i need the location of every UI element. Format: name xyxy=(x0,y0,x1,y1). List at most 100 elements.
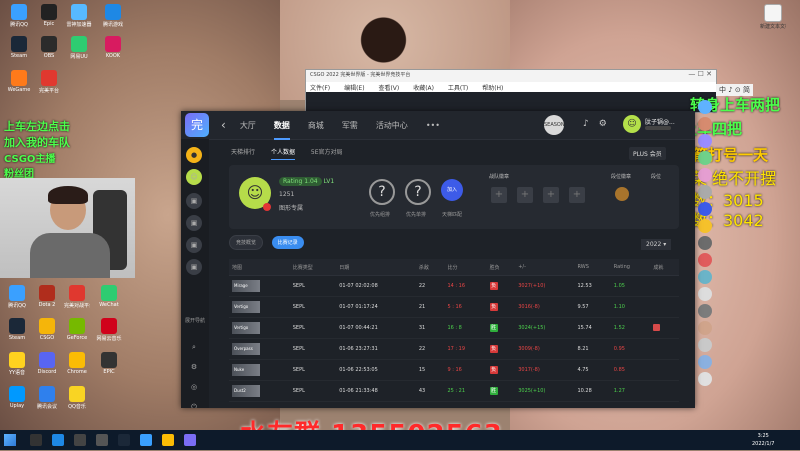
desktop-icon[interactable]: Steam xyxy=(6,36,32,59)
bell-icon[interactable]: ♪ xyxy=(583,119,589,129)
desktop-icon[interactable]: WeChat xyxy=(96,285,122,308)
contact-avatar[interactable] xyxy=(698,185,712,199)
contact-avatar[interactable] xyxy=(698,253,712,267)
menu-item[interactable]: 收藏(A) xyxy=(413,85,434,92)
desktop-icon[interactable]: 腾讯游戏 xyxy=(100,4,126,28)
season-select[interactable]: 2022 ▾ xyxy=(641,239,672,250)
contact-avatar[interactable] xyxy=(698,304,712,318)
app-logo[interactable]: 完 xyxy=(185,113,209,137)
contact-avatar[interactable] xyxy=(698,219,712,233)
contact-avatar[interactable] xyxy=(698,287,712,301)
desktop-icon[interactable]: Chrome xyxy=(64,352,90,375)
taskbar-app-icon[interactable] xyxy=(184,434,196,446)
taskbar-app-icon[interactable] xyxy=(74,434,86,446)
plus-member-button[interactable]: PLUS 会员 xyxy=(629,147,666,160)
desktop-icon[interactable]: 网易云音乐 xyxy=(96,318,122,342)
mvp-award-icon[interactable] xyxy=(653,323,661,331)
contact-avatar[interactable] xyxy=(698,202,712,216)
overview-button[interactable]: 竞技概览 xyxy=(229,235,264,250)
nav-item-events[interactable]: 活动中心 xyxy=(376,120,408,131)
lock-icon[interactable]: ▣ xyxy=(186,215,202,231)
contact-avatar[interactable] xyxy=(698,355,712,369)
desktop-icon[interactable]: GeForce xyxy=(64,318,90,341)
rank-medal-icon[interactable] xyxy=(615,187,629,201)
desktop-icon[interactable]: WeGame xyxy=(6,70,32,93)
taskbar-app-icon[interactable] xyxy=(52,434,64,446)
add-medal-button[interactable]: + xyxy=(491,187,507,203)
table-row[interactable]: Nuke SEPL 01-06 22:53:05 15 9 : 16 负 3017(-8) 4… xyxy=(229,359,679,381)
taskbar-app-icon[interactable] xyxy=(140,434,152,446)
desktop-icon[interactable]: Steam xyxy=(4,318,30,341)
desktop-icon[interactable]: 雷神加速器 xyxy=(66,4,92,28)
contact-avatar[interactable] xyxy=(698,134,712,148)
help-icon[interactable]: ◎ xyxy=(186,379,202,395)
taskbar-app-icon[interactable] xyxy=(118,434,130,446)
add-medal-button[interactable]: + xyxy=(543,187,559,203)
taskbar-clock[interactable]: 3:25 2022/1/7 xyxy=(752,432,774,448)
contact-avatar[interactable] xyxy=(698,168,712,182)
desktop-icon[interactable]: Uplay xyxy=(4,386,30,409)
nav-item-supply[interactable]: 军需 xyxy=(342,120,358,131)
desktop-icon[interactable]: CSGO xyxy=(34,318,60,341)
contact-avatar[interactable] xyxy=(698,338,712,352)
help-icon[interactable]: ? xyxy=(405,179,431,205)
desktop-icon[interactable]: 腾讯会议 xyxy=(34,386,60,410)
desktop-icon[interactable]: YY语音 xyxy=(4,352,30,376)
tab-personal-data[interactable]: 个人数据 xyxy=(271,149,295,156)
avatar[interactable]: ☺ xyxy=(623,115,641,133)
desktop-icon[interactable]: 完美对战平台 xyxy=(64,285,90,309)
lock-icon[interactable]: ▣ xyxy=(186,193,202,209)
contact-avatar[interactable] xyxy=(698,270,712,284)
desktop-icon[interactable]: 网易UU xyxy=(66,36,92,60)
search-icon[interactable] xyxy=(30,434,42,446)
contact-avatar[interactable] xyxy=(698,100,712,114)
table-row[interactable]: Vertigo SEPL 01-07 01:17:24 21 5 : 16 负 3016(-… xyxy=(229,296,679,318)
window-controls[interactable]: — ☐ ✕ xyxy=(688,70,712,78)
settings-icon[interactable]: ⚙ xyxy=(599,119,607,129)
tab-5e-official[interactable]: 5E官方对局 xyxy=(311,149,343,156)
desktop-icon[interactable]: OBS xyxy=(36,36,62,59)
background-window[interactable]: CSGO 2022 完美世界版 - 完美世界竞技平台 — ☐ ✕ 文件(F) 编… xyxy=(305,69,717,113)
expand-nav-label[interactable]: 展开导航 xyxy=(181,317,209,324)
table-row[interactable]: Vertigo SEPL 01-07 00:44:21 31 16 : 8 胜 3024(+… xyxy=(229,317,679,339)
nav-more-icon[interactable]: ••• xyxy=(426,121,440,130)
windows-start-icon[interactable] xyxy=(4,434,16,446)
nav-item-data[interactable]: 数据 xyxy=(273,120,290,140)
table-row[interactable]: Overpass SEPL 01-06 23:27:31 22 17 : 19 负 3009… xyxy=(229,338,679,360)
contact-avatar[interactable] xyxy=(698,151,712,165)
desktop-icon[interactable]: EPIC xyxy=(96,352,122,375)
desktop-icon[interactable]: 完美平台 xyxy=(36,70,62,94)
friend-avatar[interactable]: ● xyxy=(186,147,202,163)
desktop-icon[interactable]: 腾讯QQ xyxy=(4,285,30,309)
settings-icon[interactable]: ⚙ xyxy=(186,359,202,375)
menu-item[interactable]: 文件(F) xyxy=(310,85,330,92)
table-row[interactable]: Dust2 SEPL 01-06 21:33:48 43 25 : 21 胜 3025(+1… xyxy=(229,380,679,402)
menu-item[interactable]: 工具(T) xyxy=(448,85,468,92)
add-medal-button[interactable]: + xyxy=(569,187,585,203)
join-ladder-button[interactable]: 加入 xyxy=(441,179,463,201)
menu-item[interactable]: 帮助(H) xyxy=(482,85,503,92)
add-medal-button[interactable]: + xyxy=(517,187,533,203)
season-badge[interactable]: SEASON xyxy=(544,115,565,135)
desktop-icon[interactable]: Dota 2 xyxy=(34,285,60,308)
nav-item-lobby[interactable]: 大厅 xyxy=(240,120,256,131)
table-row[interactable]: Mirage SEPL 01-07 02:02:08 22 14 : 16 负 3027(+… xyxy=(229,275,679,297)
nav-item-shop[interactable]: 商城 xyxy=(308,120,324,131)
contact-avatar[interactable] xyxy=(698,117,712,131)
power-icon[interactable]: ⏻ xyxy=(186,399,202,408)
back-icon[interactable]: ‹ xyxy=(221,118,226,132)
friend-avatar[interactable]: ☺ xyxy=(186,169,202,185)
desktop-icon[interactable]: Discord xyxy=(34,352,60,375)
col-type[interactable]: 比赛类型 xyxy=(289,259,337,276)
contact-avatar[interactable] xyxy=(698,372,712,386)
lock-icon[interactable]: ▣ xyxy=(186,259,202,275)
taskbar-app-icon[interactable] xyxy=(96,434,108,446)
match-record-button[interactable]: 比赛记录 xyxy=(271,236,304,249)
desktop-icon[interactable]: 腾讯QQ xyxy=(6,4,32,28)
tab-ladder-rank[interactable]: 天梯排行 xyxy=(231,149,255,156)
desktop-icon[interactable]: KOOK xyxy=(100,36,126,59)
taskbar-app-icon[interactable] xyxy=(162,434,174,446)
help-icon[interactable]: ? xyxy=(369,179,395,205)
desktop-icon[interactable]: Epic xyxy=(36,4,62,27)
menu-item[interactable]: 编辑(E) xyxy=(344,85,364,92)
